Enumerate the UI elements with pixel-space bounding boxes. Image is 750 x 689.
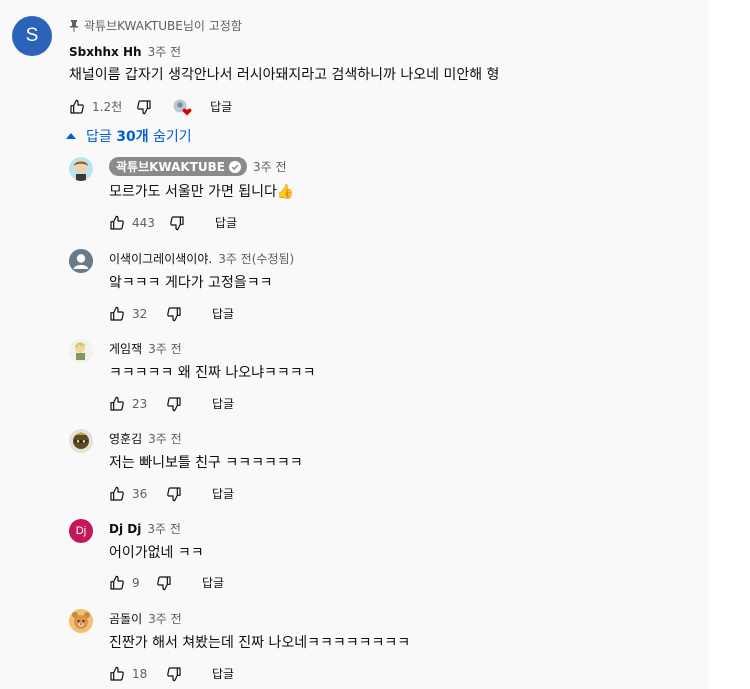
comment-text: 모르가도 서울만 가면 됩니다👍 [109, 184, 295, 200]
comment-text: 진짠가 해서 쳐봤는데 진짜 나오네ㅋㅋㅋㅋㅋㅋㅋㅋ [109, 635, 411, 651]
dislike-icon[interactable] [166, 486, 182, 502]
comment-text: 어이가없네 ㅋㅋ [109, 545, 204, 561]
reply-button[interactable]: 답글 [212, 665, 234, 682]
comment-text: 채널이름 갑자기 생각안나서 러시아돼지라고 검색하니까 나오네 미안해 형 [69, 67, 500, 83]
comment-author[interactable]: 곰돌이 [109, 610, 142, 627]
reply-button[interactable]: 답글 [215, 214, 237, 231]
reply-header: 게임잭 3주 전 [109, 340, 182, 357]
like-count: 1.2천 [92, 100, 123, 114]
avatar-letter: Dj [75, 525, 87, 537]
pinned-by-label: 곽튜브KWAKTUBE님이 고정함 [84, 19, 242, 33]
dislike-icon[interactable] [166, 396, 182, 412]
comment-actions: 32 답글 [109, 305, 234, 322]
comment-author[interactable]: 이색이그레이색이야. [109, 250, 212, 267]
comment-text: 앜ㅋㅋㅋ 게다가 고정을ㅋㅋ [109, 275, 273, 291]
like-icon[interactable] [109, 306, 125, 322]
hide-replies-toggle[interactable]: 답글 30개 숨기기 [66, 126, 192, 146]
reply-avatar[interactable] [69, 609, 93, 633]
comment-text: ㅋㅋㅋㅋㅋ 왜 진짜 나오냐ㅋㅋㅋㅋ [109, 365, 316, 381]
comment-text: 저는 빠니보틀 친구 ㅋㅋㅋㅋㅋㅋ [109, 455, 303, 471]
comment-actions: 18 답글 [109, 665, 234, 682]
comment-actions: 9 답글 [109, 574, 224, 591]
reply-avatar[interactable] [69, 157, 93, 181]
reply-button[interactable]: 답글 [202, 574, 224, 591]
comment-time[interactable]: 3주 전 [148, 430, 182, 447]
pinned-comment-avatar[interactable]: S [12, 16, 52, 56]
pinned-comment-header: Sbxhhx Hh 3주 전 [69, 43, 181, 60]
reply-header: 곰돌이 3주 전 [109, 610, 182, 627]
reply-button[interactable]: 답글 [212, 305, 234, 322]
like-icon[interactable] [109, 666, 125, 682]
dislike-icon[interactable] [166, 666, 182, 682]
comment-time[interactable]: 3주 전 [148, 43, 182, 60]
verified-check-icon [228, 160, 241, 173]
comment-actions: 23 답글 [109, 395, 234, 412]
comment-author[interactable]: Sbxhhx Hh [69, 45, 142, 59]
comment-time[interactable]: 3주 전 [148, 610, 182, 627]
comment-time[interactable]: 3주 전 [253, 158, 287, 175]
like-icon[interactable] [109, 396, 125, 412]
reply-header: Dj Dj 3주 전 [109, 520, 181, 537]
dislike-icon[interactable] [166, 306, 182, 322]
like-icon[interactable] [69, 99, 85, 115]
dislike-icon[interactable] [136, 99, 152, 115]
reply-avatar[interactable] [69, 339, 93, 363]
comment-actions: 36 답글 [109, 485, 234, 502]
like-count: 32 [132, 306, 148, 321]
comment-author[interactable]: Dj Dj [109, 522, 141, 536]
reply-header: 이색이그레이색이야. 3주 전(수정됨) [109, 250, 294, 267]
comment-time[interactable]: 3주 전 [148, 340, 182, 357]
comment-author[interactable]: 영훈김 [109, 430, 142, 447]
comment-time[interactable]: 3주 전(수정됨) [218, 250, 294, 267]
hide-replies-label: 답글 30개 숨기기 [86, 129, 192, 145]
comment-actions: 443 답글 [109, 214, 237, 231]
avatar-letter: S [25, 25, 39, 46]
like-count: 9 [132, 575, 140, 590]
like-count: 36 [132, 486, 148, 501]
reply-avatar[interactable]: Dj [69, 519, 93, 543]
comments-panel: S 곽튜브KWAKTUBE님이 고정함 Sbxhhx Hh 3주 전 채널이름 … [0, 0, 708, 689]
like-count: 23 [132, 396, 148, 411]
reply-header: 영훈김 3주 전 [109, 430, 182, 447]
like-icon[interactable] [109, 215, 125, 231]
dislike-icon[interactable] [156, 575, 172, 591]
comment-author[interactable]: 게임잭 [109, 340, 142, 357]
pin-icon [70, 19, 78, 32]
like-icon[interactable] [109, 575, 125, 591]
reply-header: 곽튜브KWAKTUBE 3주 전 [109, 157, 287, 176]
reply-button[interactable]: 답글 [212, 485, 234, 502]
comment-actions: 1.2천 답글 [69, 98, 232, 115]
like-icon[interactable] [109, 486, 125, 502]
reply-button[interactable]: 답글 [212, 395, 234, 412]
owner-author-badge[interactable]: 곽튜브KWAKTUBE [109, 157, 247, 176]
reply-avatar[interactable] [69, 429, 93, 453]
reply-button[interactable]: 답글 [210, 98, 232, 115]
dislike-icon[interactable] [169, 215, 185, 231]
caret-up-icon [66, 133, 76, 139]
creator-heart-icon [173, 99, 192, 116]
like-count: 443 [132, 215, 155, 230]
reply-avatar[interactable] [69, 249, 93, 273]
pinned-indicator: 곽튜브KWAKTUBE님이 고정함 [70, 17, 242, 34]
like-count: 18 [132, 666, 148, 681]
comment-time[interactable]: 3주 전 [147, 520, 181, 537]
